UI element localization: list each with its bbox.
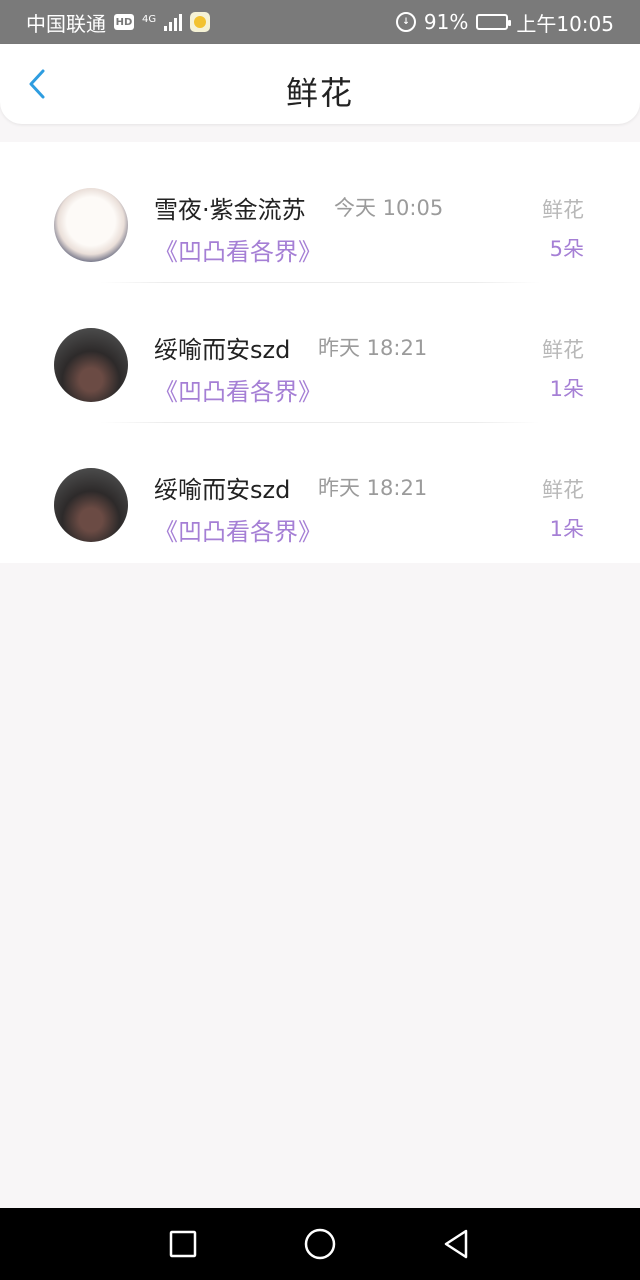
gift-count: 1朵 xyxy=(549,517,584,541)
gift-time: 昨天 18:21 xyxy=(318,476,428,500)
list-item[interactable]: 雪夜·紫金流苏 今天 10:05 《凹凸看各界》 鲜花 5朵 xyxy=(0,142,640,282)
signal-icon xyxy=(164,13,183,31)
hd-icon: HD xyxy=(114,14,134,30)
circle-icon xyxy=(304,1228,336,1260)
gift-type: 鲜花 xyxy=(542,198,584,222)
user-name: 绥喻而安szd xyxy=(154,476,291,504)
carrier-label: 中国联通 xyxy=(26,11,106,36)
book-title[interactable]: 《凹凸看各界》 xyxy=(154,512,322,547)
square-icon xyxy=(169,1230,197,1258)
header: 鲜花 xyxy=(0,44,640,124)
navigation-bar xyxy=(0,1208,640,1280)
book-title[interactable]: 《凹凸看各界》 xyxy=(154,372,322,407)
triangle-back-icon xyxy=(444,1229,468,1259)
user-name: 绥喻而安szd xyxy=(154,336,291,364)
flower-list: 雪夜·紫金流苏 今天 10:05 《凹凸看各界》 鲜花 5朵 绥喻而安szd 昨… xyxy=(0,142,640,563)
home-button[interactable] xyxy=(300,1224,340,1264)
list-item[interactable]: 绥喻而安szd 昨天 18:21 《凹凸看各界》 鲜花 1朵 xyxy=(0,282,640,422)
nav-back-button[interactable] xyxy=(436,1224,476,1264)
status-left: 中国联通 HD 4G xyxy=(26,8,211,37)
gift-type: 鲜花 xyxy=(542,478,584,502)
clock: 上午10:05 xyxy=(516,11,614,36)
data-saver-icon: ↓ xyxy=(395,12,416,32)
battery-percent: 91% xyxy=(423,10,469,34)
recent-apps-button[interactable] xyxy=(163,1224,203,1264)
status-right: ↓ 91% 上午10:05 xyxy=(395,8,614,37)
gift-count: 1朵 xyxy=(549,377,584,401)
app-notification-icon xyxy=(190,12,211,32)
gift-time: 昨天 18:21 xyxy=(318,336,428,360)
user-name: 雪夜·紫金流苏 xyxy=(154,196,306,224)
gift-count: 5朵 xyxy=(549,237,584,261)
user-avatar[interactable] xyxy=(54,328,128,402)
gift-time: 今天 10:05 xyxy=(334,196,444,220)
gift-type: 鲜花 xyxy=(542,338,584,362)
network-type-label: 4G xyxy=(142,13,157,25)
list-item[interactable]: 绥喻而安szd 昨天 18:21 《凹凸看各界》 鲜花 1朵 xyxy=(0,422,640,562)
user-avatar[interactable] xyxy=(54,468,128,542)
user-avatar[interactable] xyxy=(54,188,128,262)
book-title[interactable]: 《凹凸看各界》 xyxy=(154,232,322,267)
battery-icon xyxy=(476,14,512,30)
page-title: 鲜花 xyxy=(285,74,354,112)
status-bar: 中国联通 HD 4G ↓ 91% 上午10:05 xyxy=(0,0,640,44)
